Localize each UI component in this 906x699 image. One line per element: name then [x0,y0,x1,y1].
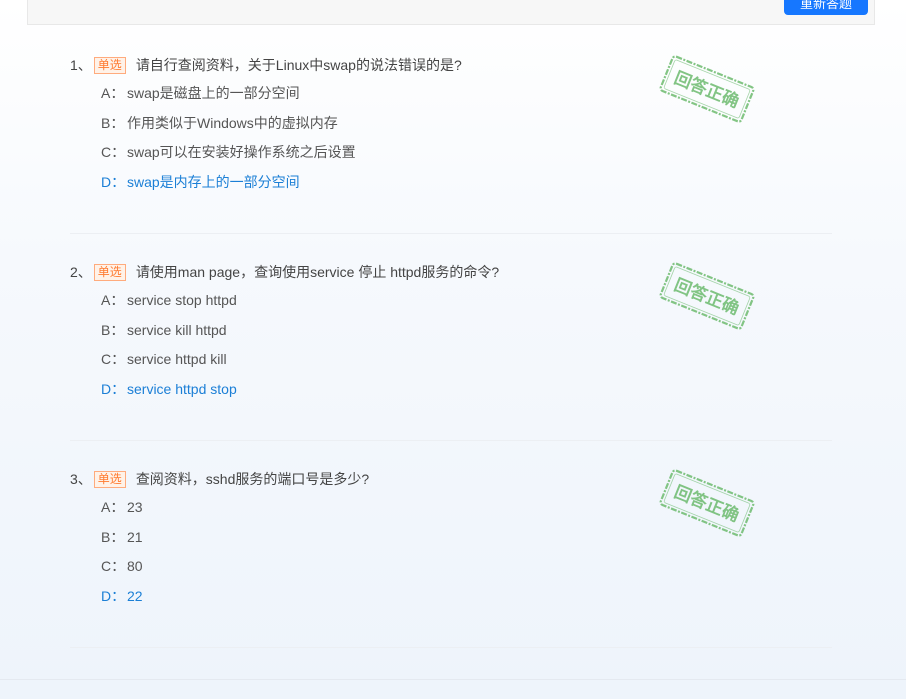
option-text: service kill httpd [127,321,227,338]
option-text: 作用类似于Windows中的虚拟内存 [127,114,338,131]
option-text: service httpd kill [127,351,227,367]
option-a[interactable]: A： 23 [101,497,143,517]
option-letter: C： [101,351,126,367]
option-text: swap可以在安装好操作系统之后设置 [127,144,356,160]
correct-answer-stamp-icon: 回答正确 [658,261,756,332]
option-letter: A： [101,292,125,308]
top-toolbar: 重新答题 [27,0,875,25]
option-a[interactable]: A： swap是磁盘上的一部分空间 [101,83,356,103]
option-list: A： swap是磁盘上的一部分空间 B： 作用类似于Windows中的虚拟内存 C：… [101,83,356,201]
question-text: 请使用man page，查询使用service 停止 httpd服务的命令? [135,264,500,280]
question-number: 3、 [70,471,92,487]
option-letter: C： [101,144,126,160]
question-type-badge: 单选 [93,263,126,281]
question-text: 查阅资料，sshd服务的端口号是多少? [135,471,370,487]
option-text: 22 [127,587,143,604]
option-b[interactable]: B： 作用类似于Windows中的虚拟内存 [101,113,356,133]
question-type-badge: 单选 [93,56,126,74]
option-text: 23 [127,499,143,515]
option-letter: B： [101,528,125,545]
option-b[interactable]: B： 21 [101,527,143,547]
correct-answer-stamp-icon: 回答正确 [658,468,756,539]
option-d-correct[interactable]: D： service httpd stop [101,379,237,399]
option-letter: C： [101,558,126,574]
option-letter: B： [101,114,125,131]
correct-answer-stamp-icon: 回答正确 [658,54,756,125]
option-letter: D： [101,380,126,397]
option-list: A： 23 B： 21 C： 80 D： 22 [101,497,143,615]
option-letter: D： [101,587,126,604]
option-a[interactable]: A： service stop httpd [101,290,237,310]
option-b[interactable]: B： service kill httpd [101,320,237,340]
redo-answer-button[interactable]: 重新答题 [784,0,868,15]
option-c[interactable]: C： 80 [101,556,143,576]
question-text: 请自行查阅资料，关于Linux中swap的说法错误的是? [135,57,462,73]
option-letter: D： [101,173,126,190]
option-list: A： service stop httpd B： service kill http… [101,290,237,408]
option-c[interactable]: C： service httpd kill [101,349,237,369]
option-text: swap是内存上的一部分空间 [127,173,300,190]
question-divider [70,233,832,234]
question-header: 1、 单选 请自行查阅资料，关于Linux中swap的说法错误的是? [70,55,462,75]
question-card: 2、 单选 请使用man page，查询使用service 停止 httpd服务… [70,262,832,442]
option-text: swap是磁盘上的一部分空间 [127,85,300,101]
question-card: 1、 单选 请自行查阅资料，关于Linux中swap的说法错误的是? A： swa… [70,55,832,235]
option-text: service stop httpd [127,292,237,308]
question-header: 3、 单选 查阅资料，sshd服务的端口号是多少? [70,469,369,489]
option-d-correct[interactable]: D： 22 [101,586,143,606]
option-text: 80 [127,558,143,574]
option-text: service httpd stop [127,380,237,397]
option-text: 21 [127,528,143,545]
question-type-badge: 单选 [93,470,126,488]
question-number: 2、 [70,264,92,280]
option-d-correct[interactable]: D： swap是内存上的一部分空间 [101,172,356,192]
question-card: 3、 单选 查阅资料，sshd服务的端口号是多少? A： 23 B： 21 C： 80… [70,469,832,649]
option-c[interactable]: C： swap可以在安装好操作系统之后设置 [101,142,356,162]
question-number: 1、 [70,57,92,73]
question-divider [70,647,832,648]
footer-divider [0,679,906,680]
option-letter: A： [101,85,125,101]
option-letter: B： [101,321,125,338]
option-letter: A： [101,499,125,515]
question-divider [70,440,832,441]
question-header: 2、 单选 请使用man page，查询使用service 停止 httpd服务… [70,262,499,282]
